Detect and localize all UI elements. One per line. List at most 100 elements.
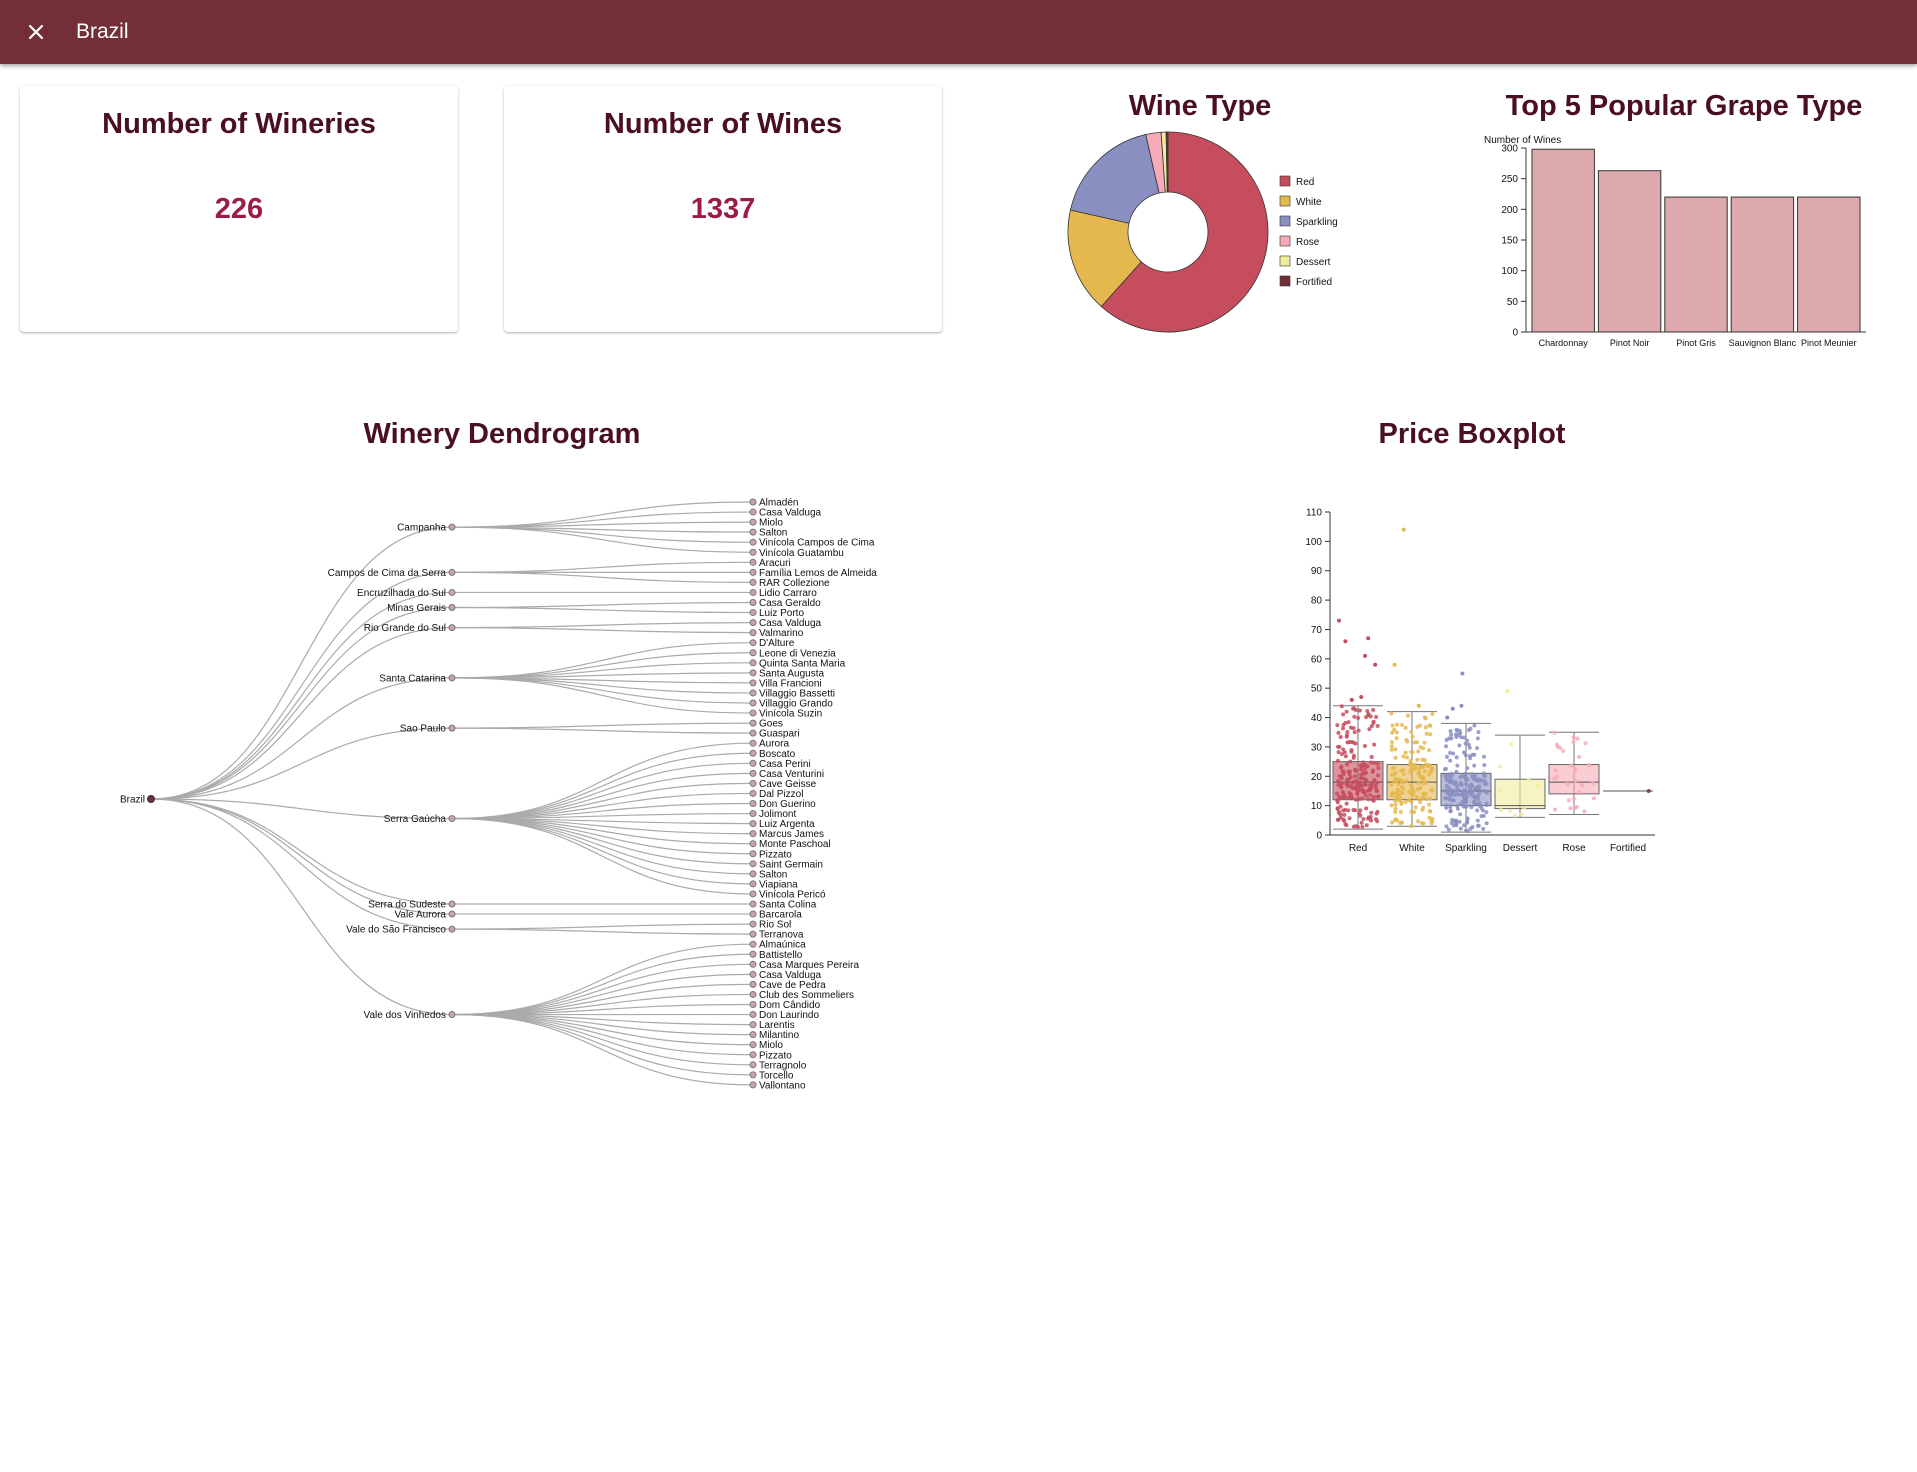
dendrogram-winery-node <box>749 508 757 516</box>
dendrogram-link <box>451 1013 754 1066</box>
dendrogram-region-label: Sao Paulo <box>400 724 447 735</box>
dendrogram-region-label: Vale do São Francisco <box>346 925 446 936</box>
grape-chart-title: Top 5 Popular Grape Type <box>1506 90 1863 122</box>
boxplot-y-tick-label: 20 <box>1311 772 1323 783</box>
boxplot-point <box>1349 725 1354 730</box>
boxplot-outlier <box>1445 715 1450 720</box>
dendrogram-region-label: Vale Aurora <box>394 910 446 921</box>
boxplot-point <box>1350 780 1355 785</box>
dendrogram-winery-node <box>749 649 757 657</box>
grape-x-label: Chardonnay <box>1539 338 1589 348</box>
boxplot-point <box>1345 777 1350 782</box>
dendrogram-region-node <box>448 900 456 908</box>
dendrogram-winery-node <box>749 689 757 697</box>
boxplot-point <box>1336 778 1341 783</box>
boxplot-point <box>1421 795 1426 800</box>
boxplot-point <box>1457 728 1462 733</box>
boxplot-point <box>1424 762 1429 767</box>
legend-label-red: Red <box>1296 177 1314 188</box>
grape-y-tick-label: 0 <box>1512 328 1518 339</box>
boxplot-point <box>1464 800 1469 805</box>
dendrogram-winery-node <box>749 810 757 818</box>
dendrogram-link <box>150 627 453 800</box>
dendrogram-winery-node <box>749 599 757 606</box>
boxplot-point <box>1472 723 1477 728</box>
grape-x-label: Pinot Gris <box>1676 338 1716 348</box>
boxplot-point <box>1448 803 1453 808</box>
legend-swatch-sparkling <box>1279 215 1291 227</box>
boxplot-point <box>1476 730 1481 735</box>
boxplot-point <box>1354 824 1359 829</box>
boxplot-point <box>1415 724 1420 729</box>
boxplot-point <box>1458 780 1463 785</box>
grape-y-tick-label: 250 <box>1501 174 1518 185</box>
dendrogram-winery-node <box>749 1041 757 1049</box>
boxplot-y-tick-label: 110 <box>1306 508 1322 519</box>
dendrogram-winery-node <box>749 759 757 767</box>
boxplot-point <box>1392 727 1397 732</box>
boxplot-point <box>1353 774 1358 779</box>
boxplot-point <box>1390 790 1395 795</box>
boxplot-point <box>1363 777 1368 782</box>
boxplot-point <box>1413 762 1418 767</box>
boxplot-point <box>1498 808 1503 813</box>
pie-slice-sparkling <box>1069 134 1160 224</box>
boxplot-point <box>1552 730 1557 735</box>
boxplot-point <box>1456 732 1461 737</box>
boxplot-point <box>1465 817 1470 822</box>
boxplot-point <box>1424 731 1429 736</box>
boxplot-point <box>1444 805 1449 810</box>
boxplot-point <box>1415 740 1420 745</box>
boxplot-point <box>1335 723 1340 728</box>
boxplot-point <box>1343 822 1348 827</box>
boxplot-point <box>1344 801 1349 806</box>
boxplot-point <box>1368 714 1373 719</box>
boxplot-point <box>1398 796 1403 801</box>
boxplot-point <box>1362 744 1367 749</box>
dendrogram-winery-label: Vallontano <box>759 1080 806 1091</box>
dendrogram-winery-node <box>749 629 757 637</box>
boxplot-outlier <box>1363 653 1368 658</box>
dendrogram-link <box>451 526 754 553</box>
dendrogram-region-node <box>448 815 456 823</box>
boxplot-point <box>1455 803 1460 808</box>
dendrogram-winery-node <box>749 729 757 737</box>
boxplot-point <box>1393 817 1398 822</box>
boxplot-point <box>1351 706 1356 711</box>
dendrogram-winery-node <box>749 930 757 938</box>
boxplot-point <box>1448 758 1453 763</box>
boxplot-point <box>1339 781 1344 786</box>
boxplot-point <box>1416 819 1421 824</box>
dendrogram-winery-node <box>749 719 757 727</box>
dendrogram-link <box>451 627 754 634</box>
dendrogram-winery-node <box>749 588 757 596</box>
boxplot-point <box>1465 766 1470 771</box>
dendrogram-winery-node <box>749 800 757 807</box>
boxplot-point <box>1341 712 1346 717</box>
dendrogram-link <box>451 817 754 885</box>
boxplot-point <box>1352 714 1357 719</box>
dendrogram-link <box>451 677 754 704</box>
dendrogram-root-node <box>147 795 155 803</box>
close-button[interactable] <box>12 8 60 56</box>
winery-dendrogram: Winery DendrogramBrazilCampanhaAlmadénCa… <box>120 418 877 1091</box>
boxplot-point <box>1361 760 1366 765</box>
dendrogram-link <box>451 1013 754 1056</box>
boxplot-group-sparkling <box>1440 671 1492 834</box>
boxplot-point <box>1348 759 1353 764</box>
boxplot-point <box>1474 777 1479 782</box>
boxplot-point <box>1376 766 1381 771</box>
boxplot-point <box>1370 769 1375 774</box>
grape-y-tick-label: 50 <box>1507 297 1519 308</box>
boxplot-point <box>1481 771 1486 776</box>
boxplot-y-tick-label: 10 <box>1311 801 1323 812</box>
wine-type-title: Wine Type <box>1129 90 1272 122</box>
legend-label-rose: Rose <box>1296 237 1320 248</box>
boxplot-point <box>1571 796 1576 801</box>
boxplot-point <box>1371 707 1376 712</box>
dendrogram-winery-node <box>749 779 757 787</box>
dendrogram-winery-node <box>749 940 757 948</box>
boxplot-point <box>1345 729 1350 734</box>
grape-bar <box>1531 148 1595 333</box>
dendrogram-region-node <box>448 674 456 682</box>
